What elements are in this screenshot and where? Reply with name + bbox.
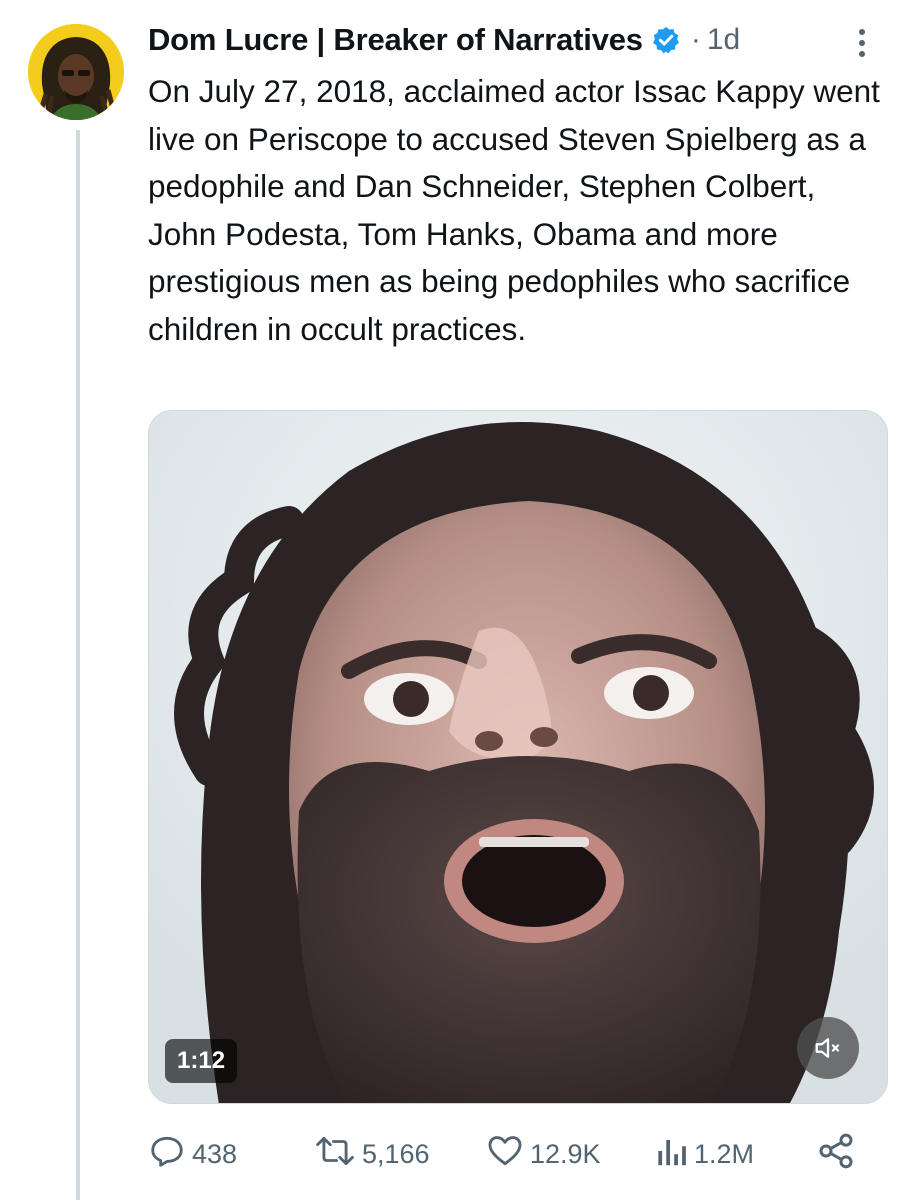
tweet: Dom Lucre | Breaker of Narratives · 1d O… <box>0 0 916 1200</box>
action-bar: 438 5,166 12.9K 1.2M <box>148 1130 888 1178</box>
tweet-text: On July 27, 2018, acclaimed actor Issac … <box>148 73 880 347</box>
more-vertical-icon[interactable] <box>856 28 868 58</box>
views-count: 1.2M <box>694 1138 755 1169</box>
verified-badge-icon[interactable] <box>651 25 681 55</box>
repost-button[interactable]: 5,166 <box>314 1130 430 1178</box>
thread-line <box>76 130 80 1200</box>
views-button[interactable]: 1.2M <box>654 1130 754 1178</box>
share-icon <box>816 1131 856 1178</box>
video-thumbnail <box>149 411 887 1103</box>
views-icon <box>654 1132 688 1177</box>
separator-dot: · <box>690 23 701 56</box>
reply-icon <box>148 1132 186 1177</box>
repost-count: 5,166 <box>362 1138 430 1169</box>
timestamp[interactable]: 1d <box>707 23 740 57</box>
avatar[interactable] <box>28 24 124 120</box>
repost-icon <box>314 1132 356 1177</box>
tweet-header: Dom Lucre | Breaker of Narratives · 1d <box>148 20 888 60</box>
like-count: 12.9K <box>530 1138 601 1169</box>
video-duration-badge: 1:12 <box>165 1039 238 1083</box>
reply-count: 438 <box>192 1138 238 1169</box>
heart-icon <box>486 1132 524 1177</box>
speaker-muted-icon <box>813 1033 843 1063</box>
author-display-name[interactable]: Dom Lucre | Breaker of Narratives <box>148 22 643 58</box>
reply-button[interactable]: 438 <box>148 1130 237 1178</box>
video-player[interactable]: 1:12 <box>148 410 888 1104</box>
like-button[interactable]: 12.9K <box>486 1130 601 1178</box>
share-button[interactable] <box>816 1130 856 1178</box>
mute-button[interactable] <box>797 1017 859 1079</box>
